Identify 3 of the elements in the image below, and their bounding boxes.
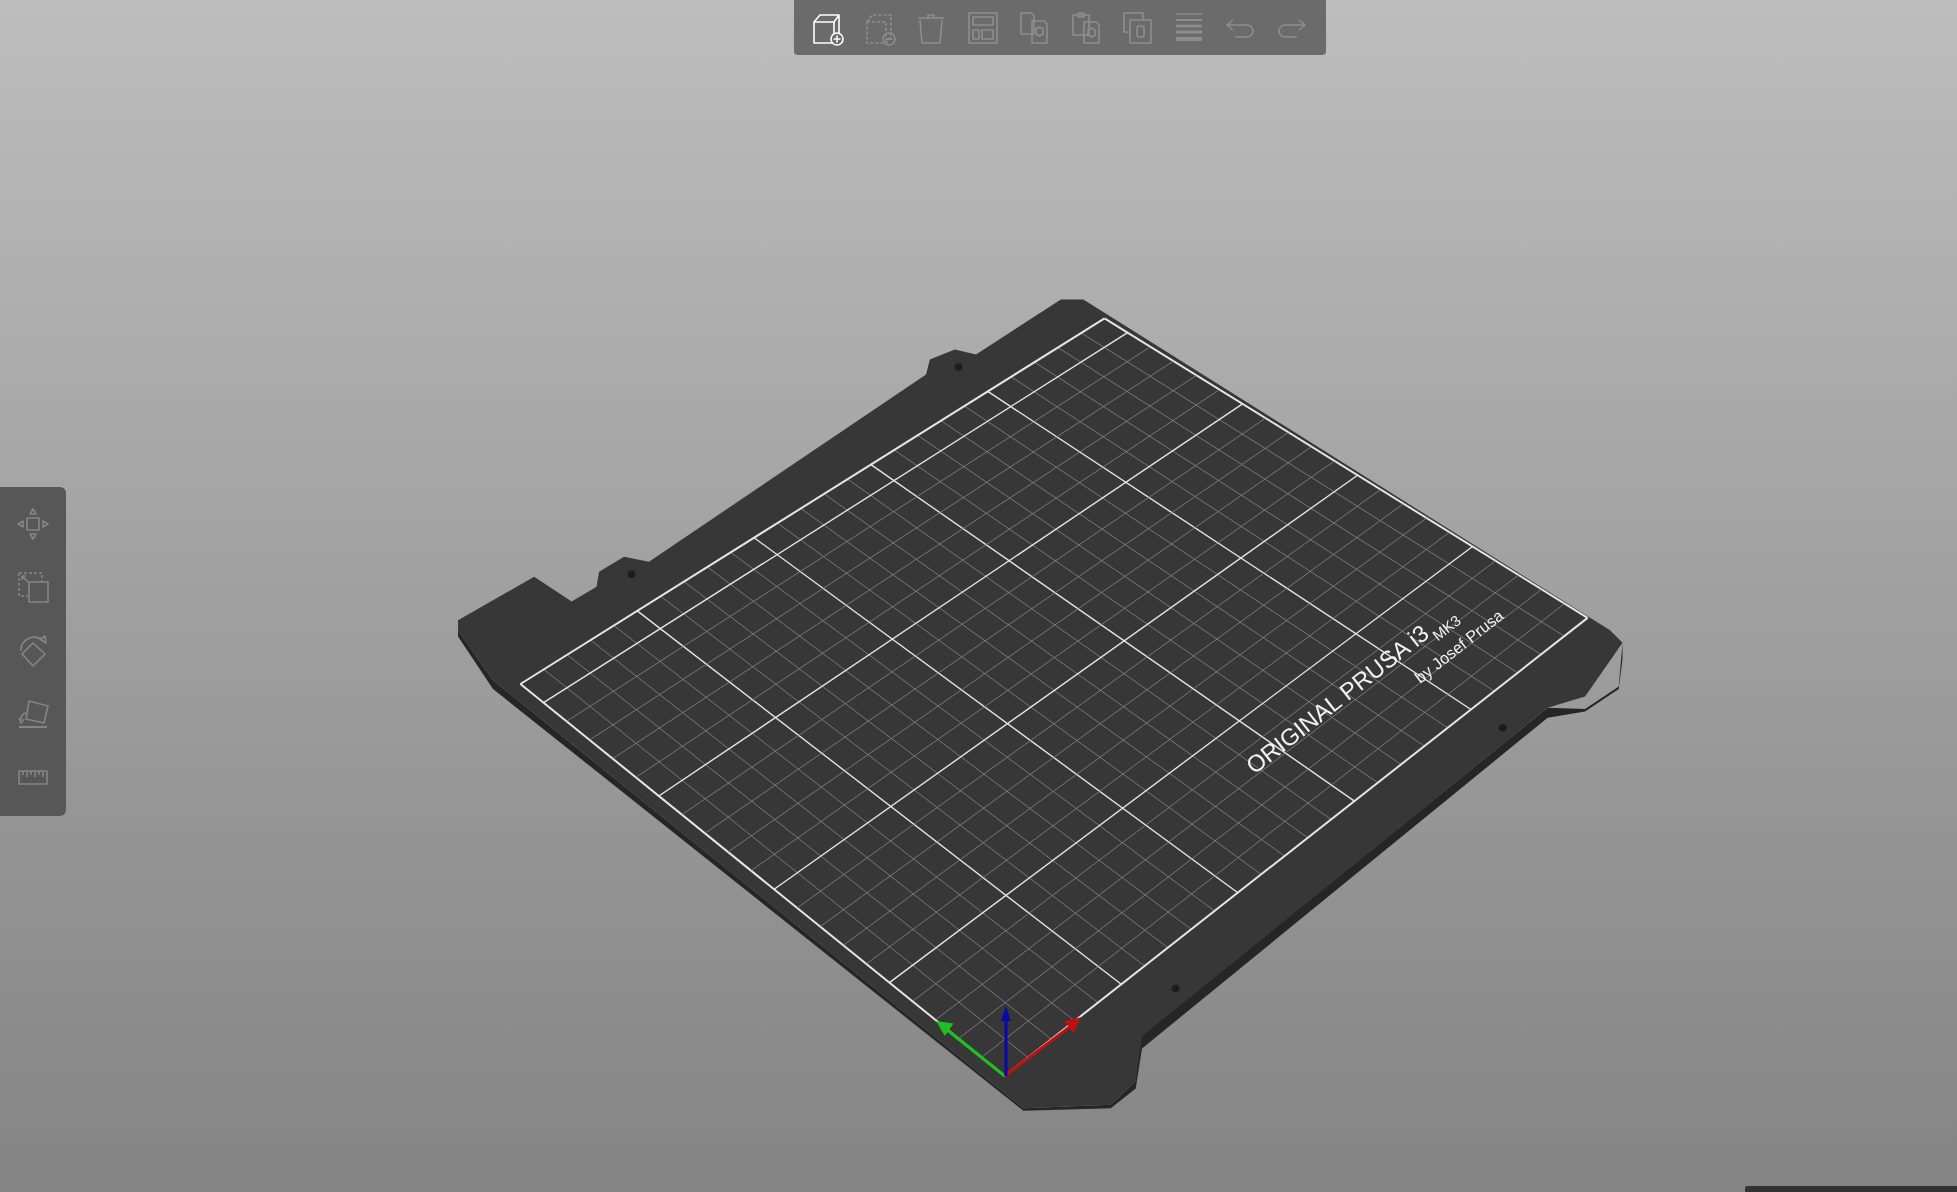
layout-grid-icon (965, 9, 1000, 46)
move-arrows-icon (16, 506, 50, 543)
stacked-squares-icon (1120, 9, 1155, 46)
